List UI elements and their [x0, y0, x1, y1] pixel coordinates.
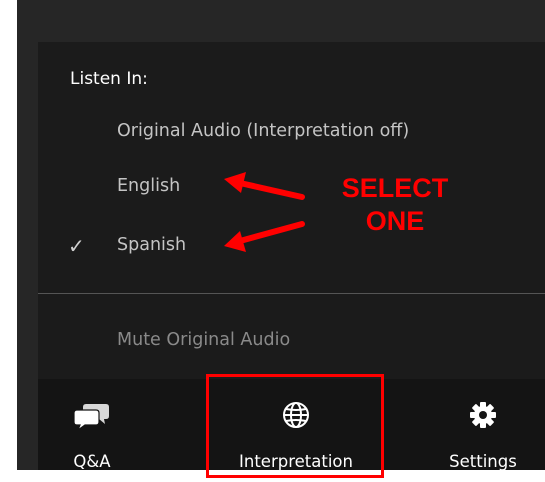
arrow-to-english [224, 172, 305, 200]
annotation-arrows [224, 172, 305, 252]
arrow-to-spanish [224, 221, 305, 252]
